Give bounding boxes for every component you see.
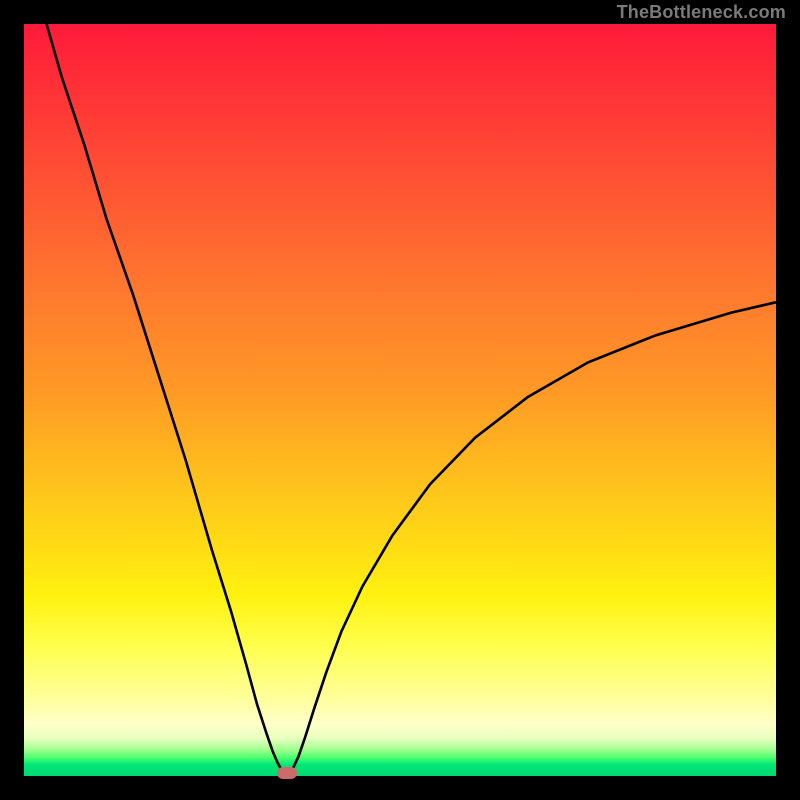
optimal-point-marker <box>277 767 297 779</box>
bottleneck-curve-path <box>47 24 776 774</box>
chart-curve-layer <box>24 24 776 776</box>
watermark-label: TheBottleneck.com <box>617 2 786 23</box>
chart-frame: TheBottleneck.com <box>0 0 800 800</box>
